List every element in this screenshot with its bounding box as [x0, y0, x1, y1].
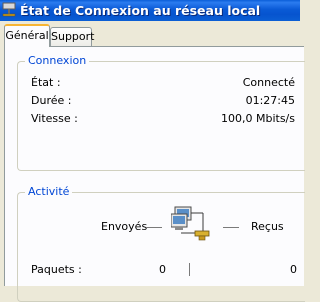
speed-value: 100,0 Mbits/s: [221, 112, 295, 125]
packets-sent-value: 0: [159, 263, 166, 276]
general-panel: Connexion État : Connecté Durée : 01:27:…: [4, 46, 305, 302]
tab-strip: Général Support: [0, 21, 300, 47]
packets-received-value: 0: [290, 263, 297, 276]
tab-general[interactable]: Général: [4, 24, 50, 47]
duration-label: Durée :: [31, 94, 72, 107]
connection-legend: Connexion: [25, 54, 90, 68]
packets-label: Paquets :: [31, 263, 82, 276]
tab-general-label: Général: [5, 29, 49, 42]
tab-support[interactable]: Support: [50, 27, 95, 47]
window-title: État de Connexion au réseau local: [20, 3, 261, 18]
state-value: Connecté: [242, 76, 295, 89]
activity-legend: Activité: [25, 185, 73, 199]
state-label: État :: [31, 76, 61, 89]
received-line: [223, 227, 239, 228]
sent-line: [146, 227, 162, 228]
duration-value: 01:27:45: [245, 94, 295, 107]
activity-group: Activité: [17, 185, 305, 302]
network-connection-icon: [2, 2, 16, 17]
speed-label: Vitesse :: [31, 112, 78, 125]
title-bar[interactable]: État de Connexion au réseau local: [0, 0, 300, 21]
packets-separator: [189, 263, 190, 276]
sent-label: Envoyés: [101, 220, 148, 233]
network-computers-icon: [171, 206, 210, 241]
received-label: Reçus: [251, 220, 284, 233]
tab-support-label: Support: [51, 30, 95, 43]
